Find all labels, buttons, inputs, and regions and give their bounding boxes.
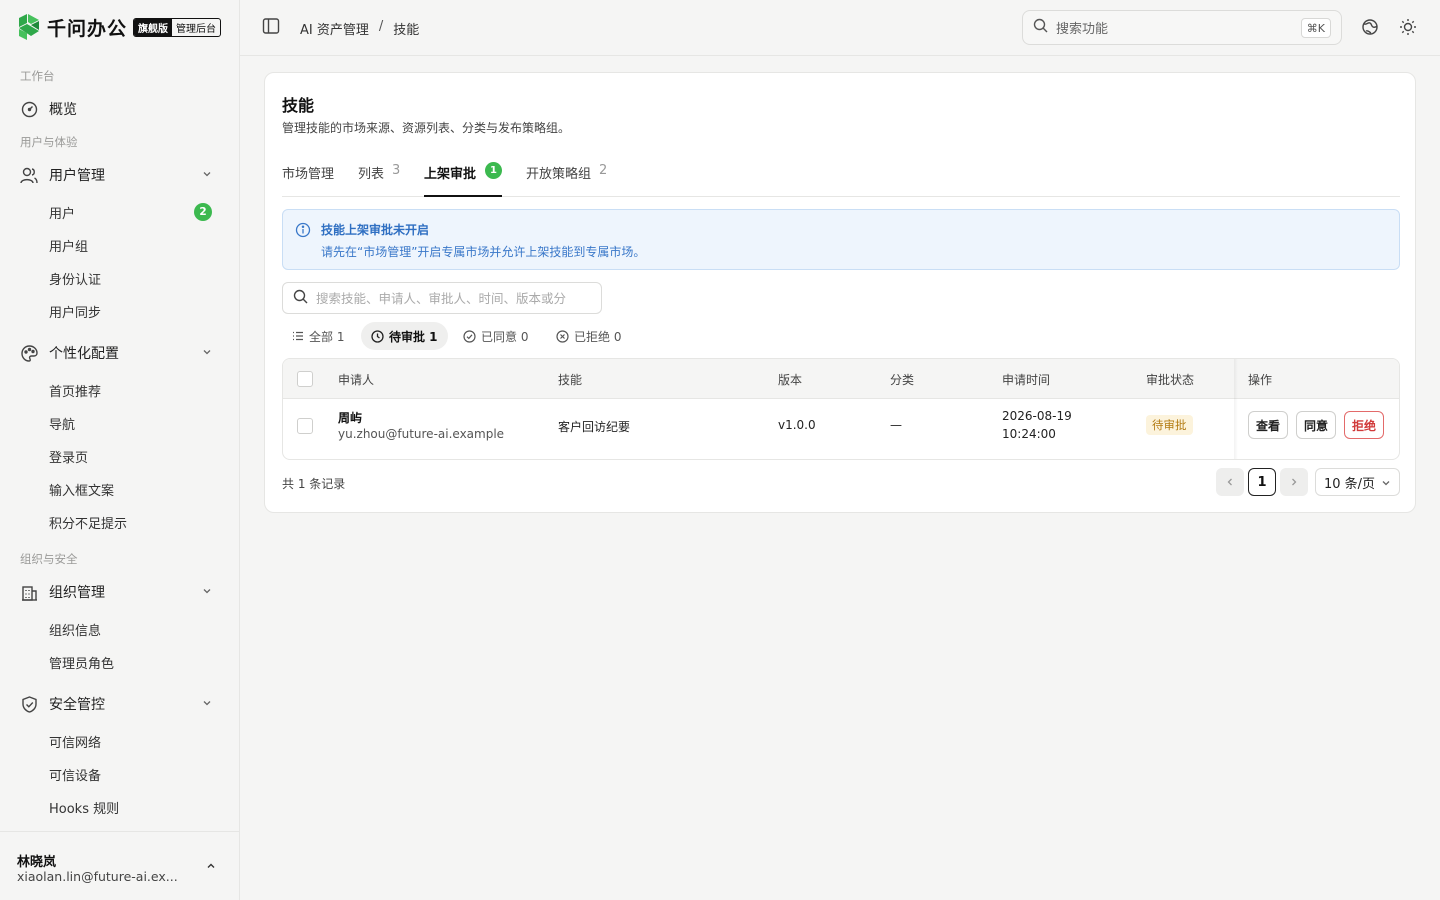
search-icon (1033, 18, 1048, 37)
shield-check-icon (20, 695, 38, 713)
sidebar-item-admin-roles[interactable]: 管理员角色 (38, 647, 228, 677)
skills-card: 技能 管理技能的市场来源、资源列表、分类与发布策略组。 市场管理 列表 3 上架… (264, 72, 1416, 513)
skill-category: — (890, 418, 902, 432)
sidebar-item-home-recommend[interactable]: 首页推荐 (38, 375, 228, 405)
chevron-down-icon (202, 697, 212, 712)
status-badge: 待审批 (1146, 415, 1193, 435)
tab-open-policy-groups[interactable]: 开放策略组 2 (526, 163, 607, 197)
global-search[interactable]: 搜索功能 ⌘K (1022, 10, 1342, 45)
tab-market[interactable]: 市场管理 (282, 163, 334, 197)
sidebar-item-input-copy[interactable]: 输入框文案 (38, 474, 228, 504)
select-all-checkbox[interactable] (297, 371, 313, 387)
current-user-menu[interactable]: 林晓岚 xiaolan.lin@future-ai.ex... (0, 831, 239, 900)
applicant-email: yu.zhou@future-ai.example (338, 427, 505, 441)
prev-page-button[interactable] (1216, 468, 1244, 496)
chevron-down-icon (202, 346, 212, 361)
sidebar-item-auth[interactable]: 身份认证 (38, 263, 228, 293)
x-circle-icon (556, 329, 569, 343)
edition-badge: 旗舰版 管理后台 (133, 17, 222, 37)
user-name: 林晓岚 (17, 855, 57, 870)
table-header: 申请人 技能 版本 分类 申请时间 审批状态 操作 (283, 359, 1399, 399)
apply-time: 10:24:00 (1002, 427, 1056, 441)
logo-icon (17, 14, 41, 40)
row-checkbox[interactable] (297, 418, 313, 434)
approval-search[interactable] (282, 282, 602, 314)
shortcut-hint: ⌘K (1300, 18, 1331, 38)
section-org-sec: 组织与安全 (20, 552, 78, 566)
sidebar-item-org-mgmt[interactable]: 组织管理 (12, 576, 228, 608)
gauge-icon (20, 100, 38, 118)
sidebar-item-login-page[interactable]: 登录页 (38, 441, 228, 471)
sidebar-item-org-info[interactable]: 组织信息 (38, 614, 228, 644)
alert-title: 技能上架审批未开启 (321, 223, 430, 237)
chevron-up-icon (206, 860, 216, 875)
check-circle-icon (463, 329, 476, 343)
app-name: 千问办公 (47, 17, 128, 40)
breadcrumb: AI 资产管理 / 技能 (300, 19, 420, 38)
approval-count-badge: 1 (485, 162, 503, 179)
skill-version: v1.0.0 (778, 418, 816, 432)
list-icon (292, 330, 304, 342)
approval-search-input[interactable] (316, 290, 566, 306)
info-alert: 技能上架审批未开启 请先在“市场管理”开启专属市场并允许上架技能到专属市场。 (282, 209, 1400, 270)
filter-pending[interactable]: 待审批 1 (361, 322, 448, 350)
next-page-button[interactable] (1280, 468, 1308, 496)
sidebar-item-credit-hint[interactable]: 积分不足提示 (38, 507, 228, 537)
page-size-select[interactable]: 10 条/页 (1315, 468, 1400, 496)
page-description: 管理技能的市场来源、资源列表、分类与发布策略组。 (282, 121, 571, 135)
building-icon (20, 583, 38, 601)
approve-button[interactable]: 同意 (1296, 411, 1337, 439)
chevron-down-icon (1381, 477, 1391, 492)
user-email: xiaolan.lin@future-ai.ex... (17, 869, 177, 884)
section-users-exp: 用户与体验 (20, 135, 78, 149)
sidebar-item-trusted-device[interactable]: 可信设备 (38, 759, 228, 789)
tab-listing-approval[interactable]: 上架审批 1 (424, 162, 503, 197)
sidebar-item-navigation[interactable]: 导航 (38, 408, 228, 438)
sidebar: 千问办公 旗舰版 管理后台 工作台 概览 用户与体验 用户管理 用户 2 用户组… (0, 0, 240, 900)
section-workbench: 工作台 (20, 69, 55, 83)
apply-date: 2026-08-19 (1002, 409, 1072, 423)
skill-name: 客户回访纪要 (558, 420, 631, 434)
view-button[interactable]: 查看 (1248, 411, 1289, 439)
total-records: 共 1 条记录 (282, 477, 346, 491)
page-title: 技能 (282, 96, 315, 115)
users-icon (20, 166, 38, 184)
chevron-down-icon (202, 168, 212, 183)
info-icon (295, 222, 311, 242)
app-logo[interactable]: 千问办公 旗舰版 管理后台 (17, 12, 222, 42)
search-icon (293, 289, 308, 308)
alert-message: 请先在“市场管理”开启专属市场并允许上架技能到专属市场。 (321, 245, 646, 259)
clock-icon (371, 329, 384, 343)
sidebar-item-user-groups[interactable]: 用户组 (38, 230, 228, 260)
filter-rejected[interactable]: 已拒绝 0 (546, 322, 631, 350)
breadcrumb-skills: 技能 (393, 23, 420, 38)
reject-button[interactable]: 拒绝 (1344, 411, 1385, 439)
applicant-name: 周屿 (338, 411, 363, 425)
filter-approved[interactable]: 已同意 0 (453, 322, 538, 350)
tab-bar: 市场管理 列表 3 上架审批 1 开放策略组 2 (282, 157, 1400, 197)
palette-icon (20, 344, 38, 362)
sidebar-item-user-mgmt[interactable]: 用户管理 (12, 159, 228, 191)
global-search-placeholder: 搜索功能 (1056, 22, 1109, 37)
sidebar-toggle-icon[interactable] (262, 17, 282, 37)
sun-icon[interactable] (1399, 18, 1419, 38)
users-count-badge: 2 (194, 203, 212, 221)
approval-table: 申请人 技能 版本 分类 申请时间 审批状态 操作 周屿 yu.zhou@fut… (282, 358, 1400, 460)
sidebar-item-user-sync[interactable]: 用户同步 (38, 296, 228, 326)
page-button-current[interactable]: 1 (1248, 468, 1276, 496)
sidebar-item-hooks-rules[interactable]: Hooks 规则 (38, 792, 228, 822)
sidebar-item-overview[interactable]: 概览 (12, 93, 228, 125)
chevron-down-icon (202, 585, 212, 600)
breadcrumb-ai-assets[interactable]: AI 资产管理 (300, 19, 369, 38)
tab-list[interactable]: 列表 3 (358, 163, 400, 197)
top-bar: AI 资产管理 / 技能 搜索功能 ⌘K (240, 0, 1440, 56)
filter-all[interactable]: 全部 1 (282, 322, 354, 350)
sidebar-item-personalization[interactable]: 个性化配置 (12, 337, 228, 369)
sidebar-item-security[interactable]: 安全管控 (12, 688, 228, 720)
sidebar-item-trusted-network[interactable]: 可信网络 (38, 726, 228, 756)
sidebar-item-users[interactable]: 用户 2 (38, 197, 228, 227)
globe-icon[interactable] (1361, 18, 1381, 38)
